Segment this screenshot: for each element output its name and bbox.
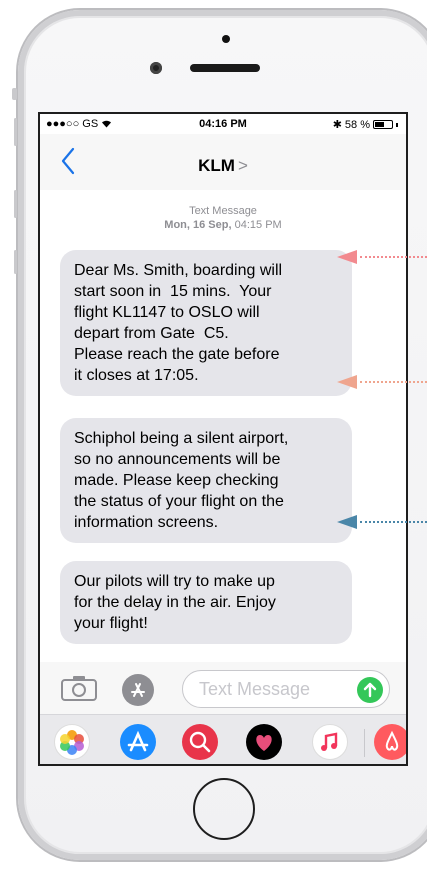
earpiece-speaker: [190, 64, 260, 72]
send-arrow-icon: [363, 682, 377, 698]
message-bubble[interactable]: Dear Ms. Smith, boarding will start soon…: [60, 250, 352, 396]
volume-down-button: [14, 190, 17, 218]
annotation-arrow-2-head: [337, 375, 357, 389]
front-camera: [150, 62, 162, 74]
message-line: flight KL1147 to OSLO will: [74, 304, 260, 321]
search-images-icon[interactable]: [182, 724, 218, 760]
proximity-sensor: [222, 35, 230, 43]
message-date: Mon, 16 Sep, 04:15 PM: [40, 218, 406, 232]
app-store-icon[interactable]: [120, 724, 156, 760]
message-line: for the delay in the air. Enjoy: [74, 594, 276, 611]
app-store-button[interactable]: [122, 674, 154, 706]
digital-touch-icon[interactable]: [246, 724, 282, 760]
message-line: so no announcements will be: [74, 451, 281, 468]
drawer-divider: [364, 729, 365, 757]
message-bubble[interactable]: Schiphol being a silent airport, so no a…: [60, 418, 352, 543]
thread-header: Text Message Mon, 16 Sep, 04:15 PM: [40, 204, 406, 232]
side-button: [14, 250, 17, 274]
music-icon[interactable]: [312, 724, 348, 760]
message-line: the status of your flight on the: [74, 493, 284, 510]
app-store-glyph-icon: [131, 683, 145, 697]
contact-chevron-icon: >: [237, 156, 248, 175]
message-line: Schiphol being a silent airport,: [74, 430, 289, 447]
compose-bar: Text Message: [40, 662, 406, 714]
photos-icon[interactable]: [54, 724, 90, 760]
imessage-app-drawer: [40, 714, 406, 764]
battery-icon: [373, 120, 393, 129]
message-line: Please reach the gate before: [74, 346, 280, 363]
message-input[interactable]: Text Message: [182, 670, 390, 708]
message-line: depart from Gate C5.: [74, 325, 229, 342]
annotation-arrow-3-line: [360, 521, 427, 523]
contact-name: KLM: [198, 156, 235, 175]
message-line: Dear Ms. Smith, boarding will: [74, 262, 283, 279]
phone-screen: ●●●○○ GS 04:16 PM ✱ 58 % KLM > Text Messa…: [38, 112, 408, 766]
battery-tip: [396, 122, 398, 127]
camera-icon[interactable]: [60, 674, 98, 702]
bluetooth-icon: ✱: [332, 119, 342, 131]
annotation-arrow-1-line: [360, 256, 427, 258]
message-line: it closes at 17:05.: [74, 367, 199, 384]
message-line: your flight!: [74, 615, 148, 632]
status-right: ✱ 58 %: [333, 118, 398, 131]
message-line: made. Please keep checking: [74, 472, 279, 489]
battery-percent: 58 %: [344, 118, 370, 131]
home-button[interactable]: [193, 778, 255, 840]
annotation-arrow-3-head: [337, 515, 357, 529]
volume-up-button: [14, 118, 17, 146]
conversation-header: KLM >: [40, 134, 406, 191]
annotation-arrow-1-head: [337, 250, 357, 264]
message-input-placeholder: Text Message: [199, 679, 311, 699]
message-date-day: Mon, 16 Sep,: [164, 219, 232, 231]
status-bar: ●●●○○ GS 04:16 PM ✱ 58 %: [40, 114, 406, 134]
send-button[interactable]: [357, 677, 383, 703]
annotation-arrow-2-line: [360, 381, 427, 383]
message-line: information screens.: [74, 514, 219, 531]
message-date-time: 04:15 PM: [234, 219, 282, 231]
message-line: start soon in 15 mins. Your: [74, 283, 272, 300]
airbnb-icon[interactable]: [374, 724, 406, 760]
message-type-label: Text Message: [189, 205, 257, 217]
message-bubble[interactable]: Our pilots will try to make up for the d…: [60, 561, 352, 644]
message-line: Our pilots will try to make up: [74, 573, 275, 590]
mute-switch: [12, 88, 17, 100]
contact-title[interactable]: KLM >: [40, 156, 406, 176]
